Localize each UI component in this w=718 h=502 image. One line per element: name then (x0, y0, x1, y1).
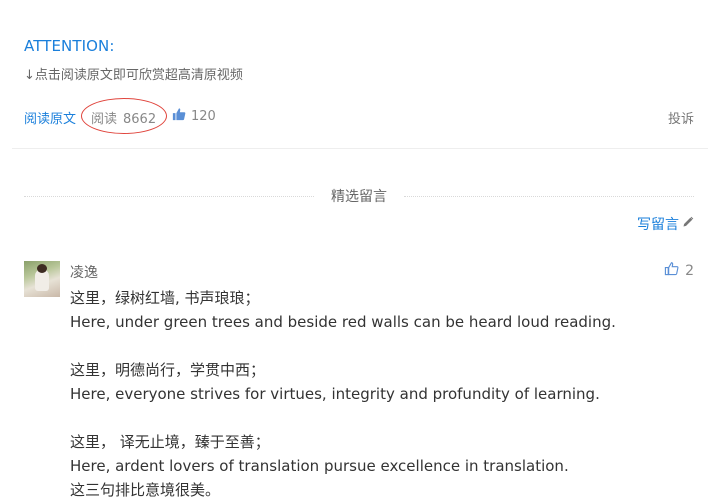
read-original-link[interactable]: 阅读原文 (24, 108, 76, 127)
featured-comments-header: 精选留言 (24, 186, 694, 206)
comment-line: Here, under green trees and beside red w… (70, 313, 616, 331)
report-link[interactable]: 投诉 (668, 108, 694, 127)
avatar-head (37, 264, 47, 273)
comment-author: 凌逸 (70, 265, 98, 281)
comment-blank-line (70, 334, 690, 358)
avatar (24, 261, 60, 297)
comment-body: 这里，绿树红墙, 书声琅琅； Here, under green trees a… (70, 286, 690, 502)
read-count: 阅读 8662 (91, 108, 156, 127)
comment-line: Here, everyone strives for virtues, inte… (70, 385, 600, 403)
attention-heading: ATTENTION: (24, 37, 115, 55)
article-meta-row: 阅读原文 阅读 8662 120 投诉 (24, 98, 694, 134)
thumbs-up-icon (172, 107, 186, 125)
comment-line: 这三句排比意境很美。 (70, 481, 221, 499)
read-count-label: 阅读 (91, 112, 118, 127)
header-rule-right (404, 196, 694, 197)
comment-like-button[interactable]: 2 (664, 261, 694, 280)
comment-line: 这里， 译无止境，臻于至善； (70, 433, 270, 451)
section-divider (12, 148, 708, 149)
video-note: ↓点击阅读原文即可欣赏超高清原视频 (24, 68, 243, 83)
comment-line: 这里，绿树红墙, 书声琅琅； (70, 289, 260, 307)
comment-line: Here, ardent lovers of translation pursu… (70, 457, 569, 475)
comment-like-count: 2 (685, 262, 694, 279)
like-count: 120 (191, 108, 216, 124)
pencil-icon (682, 216, 694, 232)
write-comment-label: 写留言 (637, 217, 679, 233)
thumbs-up-outline-icon (664, 261, 679, 280)
like-button[interactable]: 120 (172, 106, 216, 126)
comment-blank-line (70, 406, 690, 430)
write-comment-button[interactable]: 写留言 (637, 214, 694, 234)
comment-line: 这里，明德尚行，学贯中西； (70, 361, 266, 379)
read-count-value: 8662 (123, 112, 157, 127)
